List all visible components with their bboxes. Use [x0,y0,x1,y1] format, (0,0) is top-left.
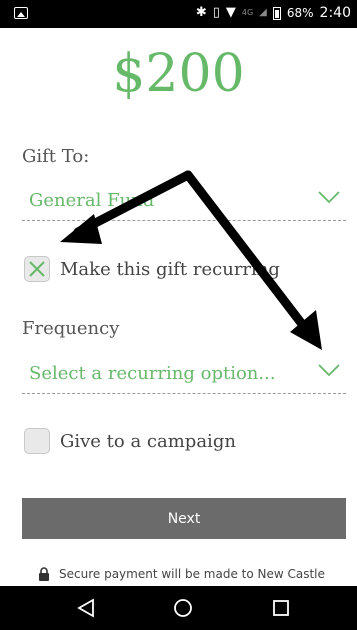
recents-icon[interactable] [270,597,292,619]
battery-percent: 68% [286,6,314,20]
gift-amount: $200 [112,44,245,104]
gift-to-label: Gift To: [22,146,90,167]
gift-to-value: General Fund [29,190,155,211]
recurring-checkbox[interactable] [24,256,50,282]
image-notification-icon [14,7,28,19]
wifi-icon: ▼ [225,5,236,20]
network-type: 4G [241,8,254,17]
home-icon[interactable] [172,597,194,619]
gift-to-select[interactable]: General Fund [22,182,346,221]
secure-payment-text: Secure payment will be made to New Castl… [59,567,325,581]
frequency-value: Select a recurring option... [29,363,276,384]
lock-icon [39,567,49,581]
signal-icon: ◢ [259,7,267,18]
frequency-label: Frequency [22,318,120,339]
chevron-down-icon [318,364,340,377]
battery-icon [272,6,281,20]
next-button[interactable]: Next [22,498,346,539]
vibrate-icon: ▯ [212,5,220,20]
campaign-checkbox-row[interactable]: Give to a campaign [24,425,236,457]
navigation-bar [0,586,357,630]
chevron-down-icon [318,191,340,204]
clock: 2:40 [319,5,351,21]
status-bar: ✱ ▯ ▼ 4G ◢ 68% 2:40 [0,0,357,28]
check-x-icon [29,261,45,277]
frequency-select[interactable]: Select a recurring option... [22,355,346,394]
recurring-checkbox-row[interactable]: Make this gift recurring [24,253,280,285]
campaign-checkbox[interactable] [24,428,50,454]
campaign-label: Give to a campaign [60,430,236,452]
back-icon[interactable] [75,597,97,619]
secure-payment-note: Secure payment will be made to New Castl… [38,567,325,581]
bluetooth-icon: ✱ [195,5,207,20]
recurring-label: Make this gift recurring [60,258,280,280]
